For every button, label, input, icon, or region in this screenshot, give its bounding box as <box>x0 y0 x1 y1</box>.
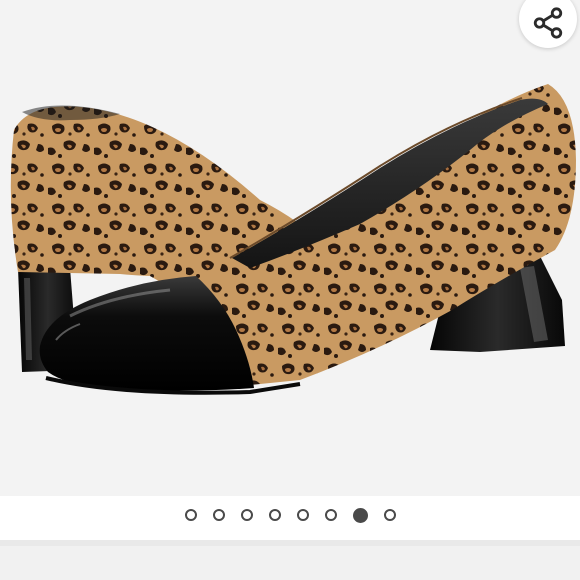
carousel-dot[interactable] <box>296 509 309 521</box>
carousel-dot[interactable] <box>212 509 225 521</box>
carousel-dot[interactable] <box>383 509 396 521</box>
carousel-dot-active[interactable] <box>352 507 368 523</box>
divider-line <box>0 540 580 546</box>
share-icon <box>533 7 563 39</box>
product-photo-viewer <box>0 0 580 580</box>
carousel-pagination <box>0 496 580 540</box>
carousel-dot[interactable] <box>184 509 197 521</box>
product-photo-area[interactable] <box>0 0 580 496</box>
carousel-dots <box>0 507 580 523</box>
product-image[interactable] <box>0 0 580 496</box>
carousel-dot[interactable] <box>324 509 337 521</box>
bottom-divider-band <box>0 540 580 580</box>
carousel-dot[interactable] <box>240 509 253 521</box>
carousel-dot[interactable] <box>268 509 281 521</box>
